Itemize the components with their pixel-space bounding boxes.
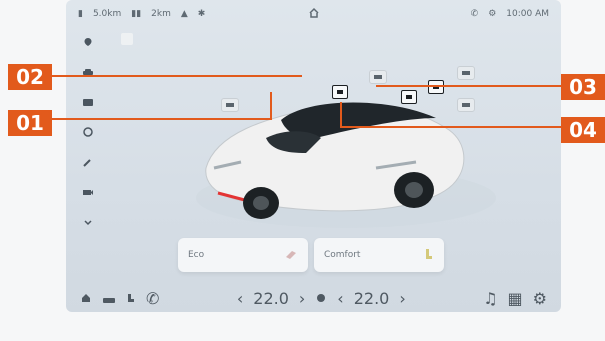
callout-02: 02	[8, 64, 52, 90]
mode-card-right[interactable]: Comfort	[314, 238, 444, 272]
bottom-bar: ✆ ‹ 22.0 › ‹ 22.0 › ♫ ▦ ⚙	[66, 284, 561, 312]
infotainment-screen: ▮ 5.0km ▮▮ 2km ▲ ✱ ✆ ⚙ 10:00 AM Eco Comf…	[66, 0, 561, 312]
temp-left-dec[interactable]: ‹	[237, 289, 243, 308]
callout-vline-01	[270, 92, 272, 120]
wifi-icon: ▲	[180, 9, 188, 19]
callout-04: 04	[561, 117, 605, 143]
camera-icon[interactable]	[82, 186, 94, 198]
phone-icon[interactable]: ✆	[471, 9, 479, 19]
status-left-text-1: 5.0km	[92, 9, 122, 19]
bars-icon: ▮▮	[131, 9, 142, 19]
sunroof-control-icon[interactable]	[369, 70, 387, 84]
window-rear-marker[interactable]	[401, 90, 417, 104]
mode-card-left-label: Eco	[188, 250, 205, 260]
callout-line-01	[52, 118, 272, 120]
home-icon[interactable]	[307, 6, 321, 23]
sidebar	[80, 36, 96, 228]
location-icon[interactable]	[82, 36, 94, 48]
gear-icon[interactable]: ⚙	[533, 289, 547, 308]
seat-icon	[422, 247, 434, 264]
temp-left: 22.0	[253, 288, 289, 308]
ac-icon[interactable]	[82, 126, 94, 138]
mode-card-right-label: Comfort	[324, 250, 361, 260]
roof-marker[interactable]	[428, 80, 444, 94]
status-time: 10:00 AM	[506, 9, 549, 19]
home-icon[interactable]	[80, 289, 92, 308]
mode-toggle[interactable]	[121, 33, 133, 45]
fan-icon[interactable]	[315, 289, 327, 308]
status-bar: ▮ 5.0km ▮▮ 2km ▲ ✱ ✆ ⚙ 10:00 AM	[66, 0, 561, 28]
vent-control-icon[interactable]	[221, 98, 239, 112]
car-icon[interactable]	[102, 289, 116, 308]
temp-left-inc[interactable]: ›	[299, 289, 305, 308]
callout-03: 03	[561, 74, 605, 100]
window-icon[interactable]	[82, 96, 94, 108]
temp-right: 22.0	[353, 288, 390, 308]
sun-icon: ✱	[197, 9, 206, 19]
seat-icon[interactable]	[126, 289, 136, 308]
status-left-text-2: 2km	[151, 9, 171, 19]
phone-icon[interactable]: ✆	[146, 289, 159, 308]
temp-right-inc[interactable]: ›	[399, 289, 405, 308]
trunk-control-icon[interactable]	[457, 98, 475, 112]
wrench-icon[interactable]	[82, 156, 94, 168]
callout-line-03	[376, 85, 561, 87]
down-icon[interactable]	[82, 216, 94, 228]
grid-icon[interactable]: ▦	[508, 289, 523, 308]
callout-vline-04	[340, 102, 342, 128]
seat-icon	[284, 248, 298, 263]
signal-icon: ▮	[78, 9, 83, 19]
music-icon[interactable]: ♫	[483, 289, 497, 308]
window-front-marker[interactable]	[332, 85, 348, 99]
mode-card-left[interactable]: Eco	[178, 238, 308, 272]
rear-control-icon[interactable]	[457, 66, 475, 80]
callout-01: 01	[8, 110, 52, 136]
callout-line-02	[52, 75, 302, 77]
gear-icon[interactable]: ⚙	[488, 9, 496, 19]
callout-line-04	[342, 126, 561, 128]
temp-right-dec[interactable]: ‹	[337, 289, 343, 308]
